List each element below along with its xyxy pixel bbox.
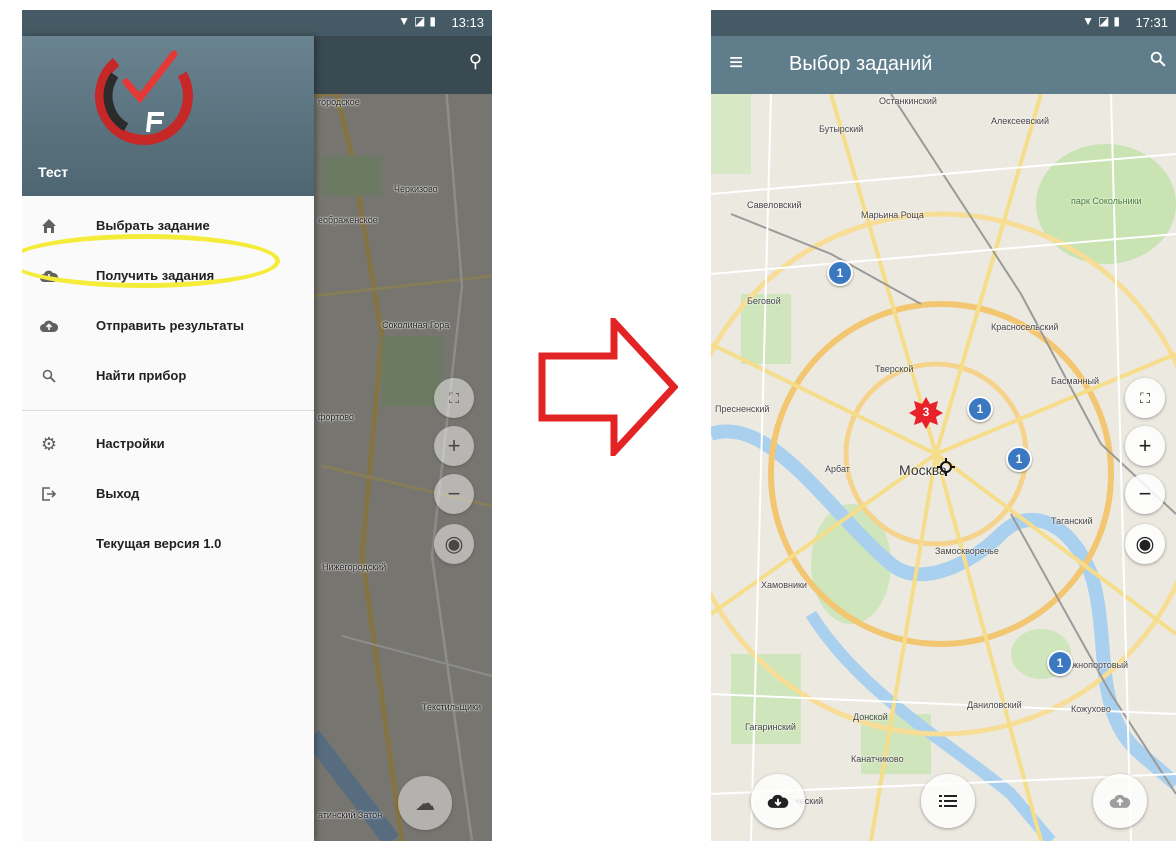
zoom-out-button[interactable]: − [1125,474,1165,514]
zoom-in-button[interactable]: + [434,426,474,466]
minus-icon: − [447,481,461,506]
status-bar: ▼◪▮ 13:13 [22,10,492,36]
map-label: Хамовники [761,580,807,590]
focus-icon: ⛶ [449,389,459,406]
map-label: еображенское [318,215,378,225]
map-label: Бутырский [819,124,864,134]
task-marker[interactable]: 1 [967,396,993,422]
my-location-button[interactable]: ◉ [1125,524,1165,564]
map-label: Кожухово [1071,704,1111,714]
cloud-upload-icon [39,316,59,336]
map-label: фортово [318,412,354,422]
map-label: Замоскворечье [935,546,999,556]
cloud-download-icon [767,794,789,808]
map-label: Красносельский [991,322,1059,332]
map-label: Алексеевский [991,116,1049,126]
map-label: Пресненский [715,404,770,414]
map-label: Арбат [825,464,850,474]
map-label: Канатчиково [851,754,904,764]
plus-icon: + [447,433,461,458]
upload-results-button[interactable] [1093,774,1147,828]
drawer-user-name: Тест [38,164,69,180]
task-list-button[interactable] [921,774,975,828]
task-marker[interactable]: 1 [1006,446,1032,472]
map-label: Останкинский [879,96,937,106]
map-label: Нижегородский [322,562,387,572]
right-arrow-icon [538,318,678,456]
drawer-item-label: Настройки [96,436,165,451]
plus-icon: + [1138,433,1152,458]
map-label: Текстильщики [422,702,482,712]
home-icon [39,216,59,236]
drawer-item-exit[interactable]: Выход [22,472,314,516]
drawer-header: Тест [22,36,314,196]
status-icons: ▼◪▮ [398,14,440,28]
status-time: 17:31 [1135,15,1168,30]
status-bar: ▼◪▮ 17:31 [711,10,1176,36]
map-label: Черкизово [394,184,438,194]
navigation-drawer: Тест Выбрать задание Получить задания От… [22,36,314,841]
drawer-item-find-device[interactable]: Найти прибор [22,354,314,398]
cluster-marker[interactable]: 3 [909,396,943,430]
map-label: Басманный [1051,376,1100,386]
status-time: 13:13 [451,15,484,30]
task-marker[interactable]: 1 [1047,650,1073,676]
fit-bounds-button[interactable]: ⛶ [1125,378,1165,418]
drawer-item-label: Выход [96,486,140,501]
cloud-upload-icon: ☁ [415,792,435,815]
app-logo [95,46,193,145]
map-label: Соколиная Гора [382,320,450,330]
locate-icon: ◉ [1135,531,1155,556]
cluster-count: 3 [922,405,930,419]
drawer-item-label: Найти прибор [96,368,187,383]
version-label: Текущая версия 1.0 [96,536,222,551]
drawer-item-settings[interactable]: ⚙ Настройки [22,422,314,466]
drawer-divider [22,410,314,411]
right-phone-screen: Останкинский Алексеевский Бутырский Саве… [711,10,1176,841]
search-icon[interactable]: ⚲ [469,51,482,72]
map-label: парк Сокольники [1071,196,1142,206]
list-icon [939,795,957,807]
app-bar: ≡ Выбор заданий [711,36,1176,94]
drawer-item-label: Выбрать задание [96,218,210,233]
map-label: атинский Затон [318,810,383,820]
map-label: Донской [853,712,888,722]
map-label: Гагаринский [745,722,796,732]
left-phone-screen: городское Черкизово еображенское Соколин… [22,10,492,841]
map-label: Савеловский [747,200,802,210]
locate-icon: ◉ [444,531,464,556]
search-icon[interactable] [1150,51,1166,72]
download-tasks-button[interactable] [751,774,805,828]
drawer-item-send-results[interactable]: Отправить результаты [22,304,314,348]
map-label: Беговой [747,296,781,306]
page-title: Выбор заданий [789,53,933,75]
status-icons: ▼◪▮ [1082,14,1124,28]
task-marker[interactable]: 1 [827,260,853,286]
search-icon [39,366,59,386]
focus-icon: ⛶ [1140,389,1150,406]
map-label: Таганский [1051,516,1093,526]
gear-icon: ⚙ [40,433,58,454]
zoom-out-button[interactable]: − [434,474,474,514]
fit-bounds-button[interactable]: ⛶ [434,378,474,418]
upload-button[interactable]: ☁ [398,776,452,830]
zoom-in-button[interactable]: + [1125,426,1165,466]
menu-icon[interactable]: ≡ [729,49,743,77]
my-location-button[interactable]: ◉ [434,524,474,564]
exit-icon [39,484,59,504]
cloud-upload-icon [1109,794,1131,808]
map-label: городское [318,97,360,107]
map-label: Даниловский [967,700,1022,710]
crosshair-icon [937,458,955,476]
map-label: Марьина Роща [861,210,924,220]
map-label: Тверской [875,364,914,374]
drawer-version: Текущая версия 1.0 [22,522,314,566]
drawer-item-label: Отправить результаты [96,318,244,333]
minus-icon: − [1138,481,1152,506]
